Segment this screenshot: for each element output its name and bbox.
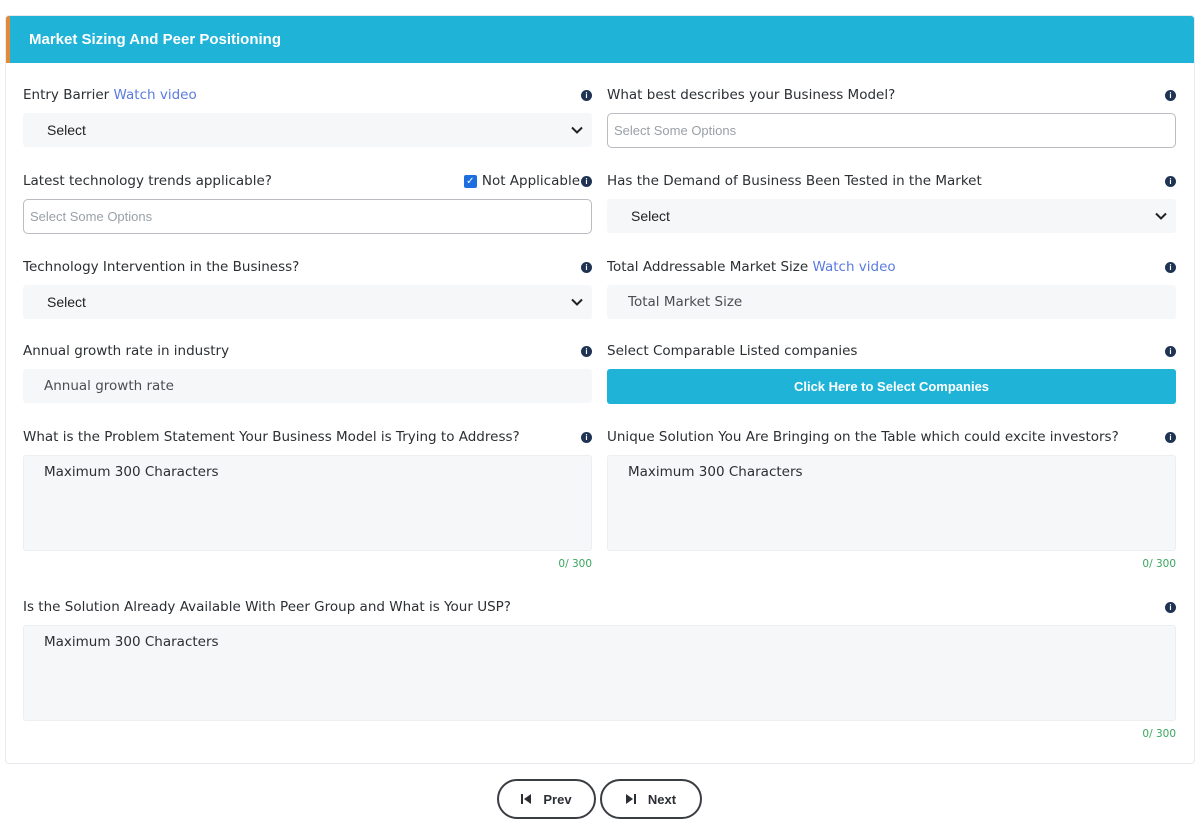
demand-tested-field: Has the Demand of Business Been Tested i… [607, 171, 1176, 233]
usp-textarea[interactable]: Maximum 300 Characters [23, 625, 1176, 721]
prev-label: Prev [543, 791, 572, 807]
business-model-placeholder: Select Some Options [614, 123, 737, 138]
growth-rate-placeholder: Annual growth rate [44, 378, 174, 394]
usp-label: Is the Solution Already Available With P… [23, 599, 511, 615]
tech-intervention-label: Technology Intervention in the Business? [23, 259, 300, 275]
comparables-field: Select Comparable Listed companies i Cli… [607, 341, 1176, 405]
tech-intervention-value: Select [47, 294, 86, 310]
tech-trends-field: Latest technology trends applicable? ✓ N… [23, 171, 592, 235]
comparables-label: Select Comparable Listed companies [607, 343, 858, 359]
tech-trends-placeholder: Select Some Options [30, 209, 153, 224]
tech-trends-label: Latest technology trends applicable? [23, 173, 272, 189]
usp-char-counter: 0/ 300 [1142, 728, 1176, 740]
skip-previous-icon [521, 794, 532, 804]
tam-watch-video-link[interactable]: Watch video [812, 259, 895, 275]
solution-field: Unique Solution You Are Bringing on the … [607, 427, 1176, 575]
chevron-down-icon [571, 298, 583, 306]
info-icon[interactable]: i [581, 431, 592, 443]
info-icon[interactable]: i [1165, 89, 1176, 101]
not-applicable-label: Not Applicable [481, 173, 580, 189]
info-icon[interactable]: i [581, 175, 592, 187]
select-companies-button[interactable]: Click Here to Select Companies [607, 369, 1176, 404]
growth-rate-field: Annual growth rate in industry i Annual … [23, 341, 592, 403]
problem-placeholder: Maximum 300 Characters [44, 464, 219, 480]
demand-tested-label: Has the Demand of Business Been Tested i… [607, 173, 982, 189]
entry-barrier-watch-video-link[interactable]: Watch video [114, 87, 197, 103]
checkbox-checked-icon[interactable]: ✓ [463, 174, 477, 188]
chevron-down-icon [571, 126, 583, 134]
problem-field: What is the Problem Statement Your Busin… [23, 427, 592, 575]
tam-field: Total Addressable Market Size Watch vide… [607, 257, 1176, 319]
tam-input[interactable]: Total Market Size [607, 285, 1176, 319]
growth-rate-label: Annual growth rate in industry [23, 343, 230, 359]
skip-next-icon [625, 794, 636, 804]
section-title: Market Sizing And Peer Positioning [29, 31, 281, 48]
info-icon[interactable]: i [1165, 601, 1176, 613]
info-icon[interactable]: i [1165, 431, 1176, 443]
problem-label: What is the Problem Statement Your Busin… [23, 429, 520, 445]
entry-barrier-label: Entry Barrier Watch video [23, 87, 197, 103]
problem-textarea[interactable]: Maximum 300 Characters [23, 455, 592, 551]
info-icon[interactable]: i [581, 345, 592, 357]
demand-tested-value: Select [631, 208, 670, 224]
not-applicable-checkbox[interactable]: ✓ Not Applicable [463, 173, 580, 189]
demand-tested-select[interactable]: Select [607, 199, 1176, 233]
solution-char-counter: 0/ 300 [1142, 558, 1176, 570]
next-button[interactable]: Next [600, 779, 702, 819]
info-icon[interactable]: i [1165, 261, 1176, 273]
tech-intervention-select[interactable]: Select [23, 285, 592, 319]
card-header: Market Sizing And Peer Positioning [6, 16, 1194, 63]
entry-barrier-field: Entry Barrier Watch video i Select [23, 85, 592, 147]
business-model-field: What best describes your Business Model?… [607, 85, 1176, 149]
solution-placeholder: Maximum 300 Characters [628, 464, 803, 480]
info-icon[interactable]: i [1165, 175, 1176, 187]
info-icon[interactable]: i [581, 261, 592, 273]
tech-trends-multiselect[interactable]: Select Some Options [23, 199, 592, 234]
solution-textarea[interactable]: Maximum 300 Characters [607, 455, 1176, 551]
form-card: Market Sizing And Peer Positioning Entry… [5, 15, 1195, 764]
info-icon[interactable]: i [1165, 345, 1176, 357]
tam-label: Total Addressable Market Size Watch vide… [607, 259, 896, 275]
tam-placeholder: Total Market Size [628, 294, 743, 310]
select-companies-label: Click Here to Select Companies [793, 379, 990, 394]
next-label: Next [647, 791, 677, 807]
prev-button[interactable]: Prev [497, 779, 596, 819]
chevron-down-icon [1155, 212, 1167, 220]
entry-barrier-select[interactable]: Select [23, 113, 592, 147]
solution-label: Unique Solution You Are Bringing on the … [607, 429, 1119, 445]
usp-field: Is the Solution Already Available With P… [23, 597, 1176, 745]
entry-barrier-value: Select [47, 122, 86, 138]
problem-char-counter: 0/ 300 [558, 558, 592, 570]
info-icon[interactable]: i [581, 89, 592, 101]
business-model-multiselect[interactable]: Select Some Options [607, 113, 1176, 148]
business-model-label: What best describes your Business Model? [607, 87, 896, 103]
growth-rate-input[interactable]: Annual growth rate [23, 369, 592, 403]
tech-intervention-field: Technology Intervention in the Business?… [23, 257, 592, 319]
usp-placeholder: Maximum 300 Characters [44, 634, 219, 650]
